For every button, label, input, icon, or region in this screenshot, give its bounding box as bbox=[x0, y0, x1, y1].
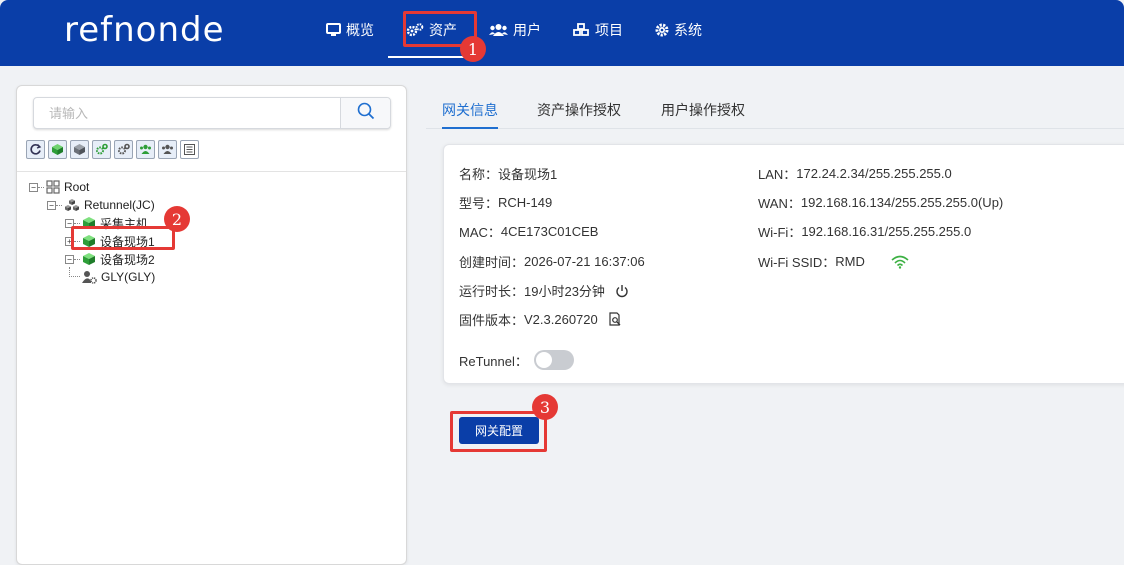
info-model: 型号： RCH-149 bbox=[459, 195, 553, 211]
tree-node-collector[interactable]: − 采集主机 bbox=[65, 214, 148, 232]
retunnel-toggle[interactable] bbox=[533, 350, 574, 370]
tree-label-root: Root bbox=[64, 180, 90, 194]
info-wifi: Wi-Fi： 192.168.16.31/255.255.255.0 bbox=[758, 224, 972, 240]
detail-tabs: 网关信息 资产操作授权 用户操作授权 bbox=[426, 96, 1124, 129]
users-gray-icon[interactable] bbox=[158, 140, 177, 159]
tab-user-permissions[interactable]: 用户操作授权 bbox=[661, 100, 745, 120]
brand-logo[interactable]: refnonde bbox=[64, 10, 225, 50]
users-green-icon[interactable] bbox=[136, 140, 155, 159]
power-icon[interactable] bbox=[615, 284, 629, 298]
info-mac: MAC： 4CE173C01CEB bbox=[459, 224, 599, 240]
tree-node-gateway[interactable]: − Retunnel(JC) bbox=[47, 196, 155, 214]
collapse-icon[interactable]: − bbox=[29, 182, 38, 192]
step-badge-3: 3 bbox=[532, 394, 558, 420]
grid-icon bbox=[46, 180, 60, 194]
tree-label-site1: 设备现场1 bbox=[100, 234, 155, 249]
cube-gray-icon[interactable] bbox=[70, 140, 89, 159]
nav-projects[interactable]: 项目 bbox=[557, 0, 639, 60]
gateway-config-button[interactable]: 网关配置 bbox=[459, 417, 539, 444]
info-wan: WAN： 192.168.16.134/255.255.255.0(Up) bbox=[758, 195, 1004, 211]
nav-assets-label: 资产 bbox=[429, 22, 457, 38]
user-gear-icon bbox=[82, 270, 97, 284]
info-created: 创建时间： 2026-07-21 16:37:06 bbox=[459, 254, 645, 270]
active-tab-indicator bbox=[442, 127, 498, 129]
main-nav: 概览 资产 用户 项目 系统 bbox=[310, 0, 718, 66]
nav-overview[interactable]: 概览 bbox=[310, 0, 390, 60]
info-name: 名称： 设备现场1 bbox=[459, 167, 558, 182]
tree-node-site1[interactable]: + 设备现场1 bbox=[65, 232, 155, 250]
gateway-info-card: 名称： 设备现场1 型号： RCH-149 MAC： 4CE173C01CEB 创建时… bbox=[443, 144, 1124, 384]
tab-gateway-info[interactable]: 网关信息 bbox=[442, 100, 498, 120]
cube-green-icon bbox=[82, 252, 96, 266]
info-lan: LAN： 172.24.2.34/255.255.255.0 bbox=[758, 166, 952, 182]
info-uptime: 运行时长： 19小时23分钟 bbox=[459, 281, 629, 300]
cube-green-icon[interactable] bbox=[48, 140, 67, 159]
collapse-icon[interactable]: − bbox=[47, 200, 56, 210]
refresh-icon[interactable] bbox=[26, 140, 45, 159]
step-badge-2: 2 bbox=[164, 206, 190, 232]
info-firmware: 固件版本： V2.3.260720 bbox=[459, 310, 622, 329]
cogs-icon bbox=[406, 23, 424, 37]
tree-node-gly[interactable]: GLY(GLY) bbox=[69, 267, 156, 286]
search-icon bbox=[357, 102, 375, 125]
search-button[interactable] bbox=[340, 98, 390, 128]
step-badge-1: 1 bbox=[460, 36, 486, 62]
info-retunnel: ReTunnel： bbox=[459, 350, 574, 370]
tree-label-collector: 采集主机 bbox=[100, 216, 149, 231]
nav-overview-label: 概览 bbox=[346, 22, 374, 38]
search-box bbox=[33, 97, 391, 129]
info-ssid: Wi-Fi SSID： RMD bbox=[758, 252, 909, 271]
cubes-icon bbox=[573, 23, 590, 37]
tree-toolbar bbox=[26, 140, 199, 159]
collapse-icon[interactable]: − bbox=[65, 254, 74, 264]
top-navbar: refnonde 概览 资产 用户 项目 系统 bbox=[0, 0, 1124, 66]
cube-green-icon bbox=[82, 216, 96, 230]
asset-tree-panel: − Root − Retunnel(JC) − 采集主机 + 设备现场1 bbox=[16, 85, 407, 565]
tree-node-site2[interactable]: − 设备现场2 bbox=[65, 250, 155, 268]
tree-node-root[interactable]: − Root bbox=[29, 178, 89, 196]
list-icon[interactable] bbox=[180, 140, 199, 159]
cube-green-icon bbox=[82, 234, 96, 248]
cogs-gray-icon[interactable] bbox=[114, 140, 133, 159]
panel-divider bbox=[17, 171, 406, 172]
wifi-signal-icon bbox=[891, 255, 909, 269]
tab-asset-permissions[interactable]: 资产操作授权 bbox=[537, 100, 621, 120]
collapse-icon[interactable]: − bbox=[65, 218, 74, 228]
nav-system[interactable]: 系统 bbox=[639, 0, 718, 60]
nav-users-label: 用户 bbox=[513, 22, 541, 38]
gear-icon bbox=[655, 23, 669, 37]
search-input[interactable] bbox=[34, 98, 340, 128]
expand-icon[interactable]: + bbox=[65, 236, 74, 246]
document-search-icon[interactable] bbox=[608, 312, 622, 327]
tree-label-gly: GLY(GLY) bbox=[101, 270, 156, 284]
tree-label-site2: 设备现场2 bbox=[100, 252, 155, 267]
nav-system-label: 系统 bbox=[674, 22, 702, 38]
cubes-icon bbox=[64, 198, 80, 212]
tree-label-gateway: Retunnel(JC) bbox=[84, 198, 155, 212]
users-icon bbox=[489, 23, 508, 37]
cogs-green-icon[interactable] bbox=[92, 140, 111, 159]
nav-projects-label: 项目 bbox=[595, 22, 623, 38]
monitor-icon bbox=[326, 23, 341, 37]
